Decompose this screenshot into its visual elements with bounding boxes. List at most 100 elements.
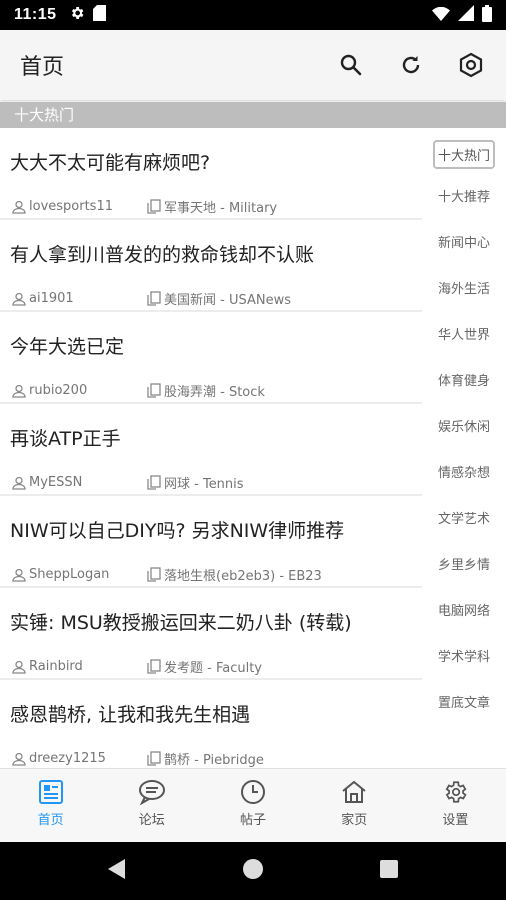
post-row[interactable]: 感恩鹊桥, 让我和我先生相遇 dreezy1215 鹊桥 - Piebridge: [0, 680, 422, 768]
post-meta: Rainbird 发考题 - Faculty: [12, 657, 262, 676]
category-item[interactable]: 十大热门: [422, 140, 506, 169]
person-icon: [12, 384, 26, 398]
nav-homepage[interactable]: 家页: [304, 769, 405, 842]
copy-icon: [147, 751, 161, 766]
post-author[interactable]: ai1901: [12, 291, 147, 306]
category-item[interactable]: 十大推荐: [422, 186, 506, 205]
post-board[interactable]: 美国新闻 - USANews: [147, 289, 291, 308]
category-label: 十大热门: [432, 140, 495, 169]
search-icon: [340, 54, 362, 76]
person-icon: [12, 660, 26, 674]
category-item[interactable]: 置底文章: [422, 692, 506, 711]
post-board-label: 落地生根(eb2eb3) - EB23: [164, 569, 322, 584]
category-item[interactable]: 情感杂想: [422, 462, 506, 481]
post-title: 再谈ATP正手: [10, 428, 121, 450]
post-title: 实锤: MSU教授搬运回来二奶八卦 (转载): [10, 612, 352, 634]
post-board[interactable]: 军事天地 - Military: [147, 197, 277, 216]
post-author[interactable]: dreezy1215: [12, 751, 147, 766]
account-icon: [459, 52, 483, 78]
post-author-label: SheppLogan: [29, 567, 110, 582]
nav-settings[interactable]: 设置: [405, 769, 506, 842]
system-nav-bar: [0, 842, 506, 900]
post-board-label: 发考题 - Faculty: [164, 661, 262, 676]
post-board-label: 美国新闻 - USANews: [164, 293, 291, 308]
refresh-icon: [402, 56, 420, 74]
post-row[interactable]: 大大不太可能有麻烦吧? lovesports11 军事天地 - Military: [0, 128, 422, 220]
nav-forum-label: 论坛: [138, 813, 165, 828]
post-board[interactable]: 网球 - Tennis: [147, 473, 244, 492]
post-board[interactable]: 鹊桥 - Piebridge: [147, 749, 264, 768]
wifi-icon: [432, 6, 450, 25]
nav-forum[interactable]: 论坛: [101, 769, 202, 842]
search-button[interactable]: [336, 50, 366, 80]
post-board[interactable]: 发考题 - Faculty: [147, 657, 262, 676]
category-item[interactable]: 体育健身: [422, 370, 506, 389]
category-item[interactable]: 海外生活: [422, 278, 506, 297]
post-author-label: lovesports11: [29, 199, 113, 214]
category-item[interactable]: 文学艺术: [422, 508, 506, 527]
post-meta: lovesports11 军事天地 - Military: [12, 197, 277, 216]
post-author[interactable]: rubio200: [12, 383, 147, 398]
chat-bubble-icon: [138, 780, 165, 805]
post-board-label: 鹊桥 - Piebridge: [164, 753, 264, 768]
nav-home-label: 首页: [37, 813, 64, 828]
person-icon: [12, 752, 26, 766]
category-item[interactable]: 娱乐休闲: [422, 416, 506, 435]
post-row[interactable]: 再谈ATP正手 MyESSN 网球 - Tennis: [0, 404, 422, 496]
nav-homepage-label: 家页: [341, 813, 368, 828]
nav-posts[interactable]: 帖子: [202, 769, 303, 842]
post-author[interactable]: lovesports11: [12, 199, 147, 214]
nav-home[interactable]: 首页: [0, 769, 101, 842]
post-board-label: 网球 - Tennis: [164, 477, 244, 492]
category-label: 乡里乡情: [437, 558, 490, 573]
category-item[interactable]: 电脑网络: [422, 600, 506, 619]
post-author[interactable]: SheppLogan: [12, 567, 147, 582]
person-icon: [12, 200, 26, 214]
post-row[interactable]: 有人拿到川普发的的救命钱却不认账 ai1901 美国新闻 - USANews: [0, 220, 422, 312]
post-title: 感恩鹊桥, 让我和我先生相遇: [10, 704, 251, 726]
category-label: 华人世界: [437, 328, 490, 343]
status-time: 11:15: [14, 6, 57, 23]
post-title: 有人拿到川普发的的救命钱却不认账: [10, 244, 315, 266]
copy-icon: [147, 567, 161, 582]
category-label: 娱乐休闲: [437, 420, 490, 435]
post-author-label: MyESSN: [29, 475, 83, 490]
post-meta: SheppLogan 落地生根(eb2eb3) - EB23: [12, 565, 322, 584]
gear-icon: [446, 781, 467, 803]
nav-posts-label: 帖子: [240, 813, 267, 828]
post-board[interactable]: 股海弄潮 - Stock: [147, 381, 265, 400]
status-bar: 11:15: [0, 0, 506, 30]
signal-icon: [458, 5, 474, 25]
category-item[interactable]: 新闻中心: [422, 232, 506, 251]
person-icon: [12, 568, 26, 582]
recents-button[interactable]: [379, 859, 399, 883]
post-author-label: Rainbird: [29, 659, 83, 674]
app-bar: 首页: [0, 30, 506, 100]
post-board[interactable]: 落地生根(eb2eb3) - EB23: [147, 565, 322, 584]
category-item[interactable]: 学术学科: [422, 646, 506, 665]
post-author[interactable]: Rainbird: [12, 659, 147, 674]
page-title: 首页: [20, 55, 65, 80]
category-label: 文学艺术: [437, 512, 490, 527]
post-board-label: 军事天地 - Military: [164, 201, 278, 216]
account-button[interactable]: [456, 50, 486, 80]
category-item[interactable]: 乡里乡情: [422, 554, 506, 573]
category-label: 情感杂想: [437, 466, 490, 481]
post-author[interactable]: MyESSN: [12, 475, 147, 490]
home-button[interactable]: [242, 858, 264, 884]
post-row[interactable]: NIW可以自己DIY吗? 另求NIW律师推荐 SheppLogan 落地生根(eb2…: [0, 496, 422, 588]
post-author-label: ai1901: [29, 291, 74, 306]
post-meta: rubio200 股海弄潮 - Stock: [12, 381, 265, 400]
copy-icon: [147, 291, 161, 306]
category-label: 十大推荐: [437, 190, 490, 205]
person-icon: [12, 292, 26, 306]
category-label: 体育健身: [437, 374, 490, 389]
post-title: NIW可以自己DIY吗? 另求NIW律师推荐: [10, 520, 345, 542]
post-row[interactable]: 实锤: MSU教授搬运回来二奶八卦 (转载) Rainbird 发考题 - Facu…: [0, 588, 422, 680]
nav-settings-label: 设置: [442, 813, 469, 828]
back-button[interactable]: [107, 858, 127, 884]
post-row[interactable]: 今年大选已定 rubio200 股海弄潮 - Stock: [0, 312, 422, 404]
category-label: 海外生活: [437, 282, 490, 297]
refresh-button[interactable]: [396, 50, 426, 80]
category-item[interactable]: 华人世界: [422, 324, 506, 343]
